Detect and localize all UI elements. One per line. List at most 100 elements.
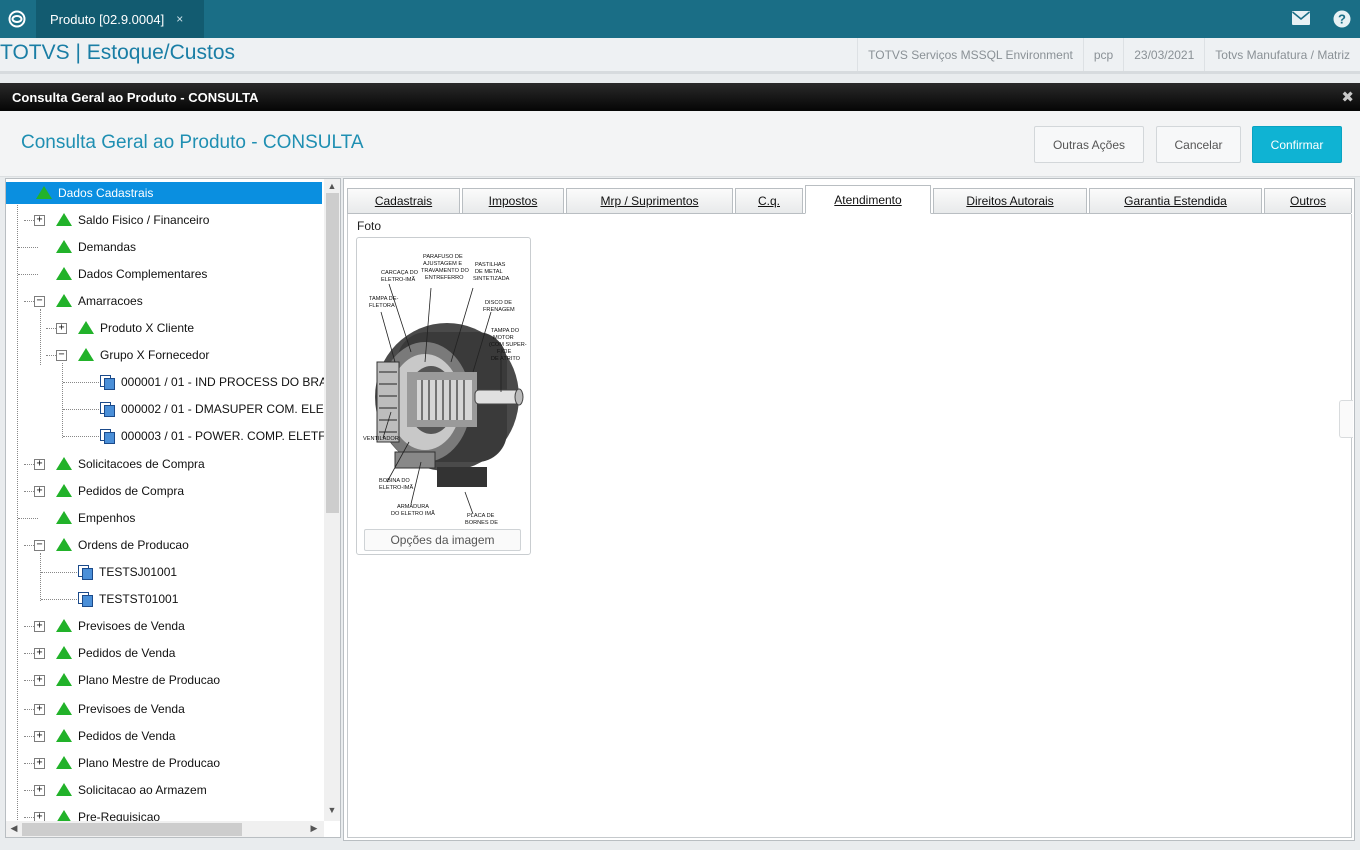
tree-node-previsoes-venda[interactable]: Previsoes de Venda [56, 615, 185, 637]
tree-node-empenhos[interactable]: Empenhos [56, 507, 135, 529]
tree-node-label: Dados Complementares [78, 267, 208, 281]
status-triangle-icon [56, 537, 72, 551]
svg-text:FÍCIE: FÍCIE [497, 348, 512, 355]
tree-collapse-toggle[interactable]: − [56, 350, 67, 361]
tab-cq[interactable]: C.q. [735, 188, 803, 213]
tab-impostos[interactable]: Impostos [462, 188, 564, 213]
tab-mrp-suprimentos[interactable]: Mrp / Suprimentos [566, 188, 733, 213]
tab-cadastrais[interactable]: Cadastrais [347, 188, 460, 213]
product-photo: CARCAÇA DO ELETRO-IMÃ PARAFUSO DE AJUSTA… [361, 242, 527, 528]
tree-node-pedidos-venda-2[interactable]: Pedidos de Venda [56, 725, 175, 747]
status-triangle-icon [56, 645, 72, 659]
tree-node-label: Ordens de Producao [78, 538, 189, 552]
tree-node-label: 000003 / 01 - POWER. COMP. ELETF [121, 429, 324, 443]
tree-node-label: Empenhos [78, 511, 136, 525]
svg-text:DISCO DE: DISCO DE [485, 300, 512, 306]
status-triangle-icon [56, 728, 72, 742]
svg-text:DE ATRITO: DE ATRITO [491, 356, 521, 362]
scroll-up-icon[interactable]: ▲ [324, 181, 340, 191]
tree-expand-toggle[interactable]: + [34, 486, 45, 497]
tree-node-label: Grupo X Fornecedor [100, 348, 210, 362]
detail-panel: Cadastrais Impostos Mrp / Suprimentos C.… [343, 178, 1355, 841]
scroll-down-icon[interactable]: ▼ [324, 805, 340, 815]
tree-expand-toggle[interactable]: + [34, 812, 45, 821]
tab-direitos-autorais[interactable]: Direitos Autorais [933, 188, 1087, 213]
cancel-button[interactable]: Cancelar [1156, 126, 1241, 163]
svg-text:?: ? [1338, 12, 1346, 27]
tree-node-previsoes-venda-2[interactable]: Previsoes de Venda [56, 698, 185, 720]
svg-text:(COM SUPER-: (COM SUPER- [489, 342, 527, 348]
tree-expand-toggle[interactable]: + [56, 323, 67, 334]
tree-content: − + − + − + + − + + + + + + + + Dados Ca… [6, 179, 324, 821]
tree-node-saldo[interactable]: Saldo Fisico / Financeiro [56, 209, 209, 231]
mail-icon[interactable] [1291, 11, 1311, 28]
tree-expand-toggle[interactable]: + [34, 704, 45, 715]
tree-node-amarracoes[interactable]: Amarracoes [56, 290, 143, 312]
scroll-right-icon[interactable]: ▶ [306, 823, 322, 834]
scroll-left-icon[interactable]: ◀ [6, 823, 22, 834]
photo-frame: CARCAÇA DO ELETRO-IMÃ PARAFUSO DE AJUSTA… [356, 237, 531, 555]
tree-node-pedidos-compra[interactable]: Pedidos de Compra [56, 480, 184, 502]
tree-node-solicitacao-armazem[interactable]: Solicitacao ao Armazem [56, 779, 207, 801]
tree-expand-toggle[interactable]: + [34, 621, 45, 632]
tree-expand-toggle[interactable]: + [34, 648, 45, 659]
help-icon[interactable]: ? [1333, 10, 1351, 31]
tree-node-solicitacoes-compra[interactable]: Solicitacoes de Compra [56, 453, 205, 475]
tree-node-fornecedor-000002[interactable]: 000002 / 01 - DMASUPER COM. ELE [100, 398, 324, 420]
tree-node-pre-requisicao[interactable]: Pre-Requisicao [56, 806, 160, 821]
scroll-thumb[interactable] [326, 193, 339, 513]
side-panel-handle[interactable] [1339, 400, 1353, 438]
tree-node-produto-x-cliente[interactable]: Produto X Cliente [78, 317, 194, 339]
env-date: 23/03/2021 [1123, 38, 1204, 71]
status-triangle-icon [56, 293, 72, 307]
tree-expand-toggle[interactable]: + [34, 675, 45, 686]
tree-horizontal-scrollbar[interactable]: ◀ ▶ [6, 821, 324, 837]
scroll-thumb[interactable] [22, 823, 242, 836]
tree-expand-toggle[interactable]: + [34, 215, 45, 226]
tree-node-demandas[interactable]: Demandas [56, 236, 136, 258]
totvs-logo-icon[interactable] [0, 0, 34, 38]
module-header: TOTVS | Estoque/Custos TOTVS Serviços MS… [0, 38, 1360, 74]
tree-node-fornecedor-000001[interactable]: 000001 / 01 - IND PROCESS DO BRA [100, 371, 324, 393]
status-triangle-icon [56, 618, 72, 632]
tree-expand-toggle[interactable]: + [34, 731, 45, 742]
tree-node-dados-complementares[interactable]: Dados Complementares [56, 263, 207, 285]
tabs: Cadastrais Impostos Mrp / Suprimentos C.… [347, 185, 1353, 214]
status-triangle-icon [56, 782, 72, 796]
svg-text:BORNES DE: BORNES DE [465, 520, 498, 526]
tree-expand-toggle[interactable]: + [34, 785, 45, 796]
page-title: Consulta Geral ao Produto - CONSULTA [21, 132, 364, 153]
tree-node-op-testst01001[interactable]: TESTST01001 [78, 588, 178, 610]
tree-node-fornecedor-000003[interactable]: 000003 / 01 - POWER. COMP. ELETF [100, 425, 324, 447]
svg-text:DE METAL: DE METAL [475, 269, 503, 275]
tree-node-ordens-producao[interactable]: Ordens de Producao [56, 534, 189, 556]
tree-expand-toggle[interactable]: + [34, 459, 45, 470]
status-triangle-icon [78, 347, 94, 361]
tree-node-op-testsj01001[interactable]: TESTSJ01001 [78, 561, 177, 583]
tree-vertical-scrollbar[interactable]: ▲ ▼ [324, 179, 340, 821]
tree-node-plano-mestre-2[interactable]: Plano Mestre de Producao [56, 752, 220, 774]
tree-collapse-toggle[interactable]: − [34, 540, 45, 551]
tab-outros[interactable]: Outros [1264, 188, 1352, 213]
tree-node-plano-mestre[interactable]: Plano Mestre de Producao [56, 669, 220, 691]
tree-collapse-toggle[interactable]: − [34, 296, 45, 307]
tree-node-pedidos-venda[interactable]: Pedidos de Venda [56, 642, 175, 664]
close-icon[interactable]: ✖ [1341, 88, 1354, 106]
tree-node-dados-cadastrais[interactable]: Dados Cadastrais [6, 182, 322, 204]
tree-node-grupo-x-fornecedor[interactable]: Grupo X Fornecedor [78, 344, 209, 366]
module-title: TOTVS | Estoque/Custos [0, 41, 235, 64]
tab-atendimento[interactable]: Atendimento [805, 185, 931, 214]
other-actions-button[interactable]: Outras Ações [1034, 126, 1144, 163]
tab-garantia-estendida[interactable]: Garantia Estendida [1089, 188, 1262, 213]
tab-produto[interactable]: Produto [02.9.0004] × [36, 0, 204, 38]
confirm-button[interactable]: Confirmar [1252, 126, 1342, 163]
tree-expand-toggle[interactable]: + [34, 758, 45, 769]
status-triangle-icon [56, 510, 72, 524]
svg-text:FRENAGEM: FRENAGEM [483, 307, 515, 313]
status-triangle-icon [56, 672, 72, 686]
document-icon [100, 428, 115, 444]
image-options-button[interactable]: Opções da imagem [364, 529, 521, 551]
tab-close-icon[interactable]: × [176, 12, 183, 26]
svg-text:ELETRO-IMÃ: ELETRO-IMÃ [381, 276, 415, 283]
status-triangle-icon [36, 185, 52, 199]
